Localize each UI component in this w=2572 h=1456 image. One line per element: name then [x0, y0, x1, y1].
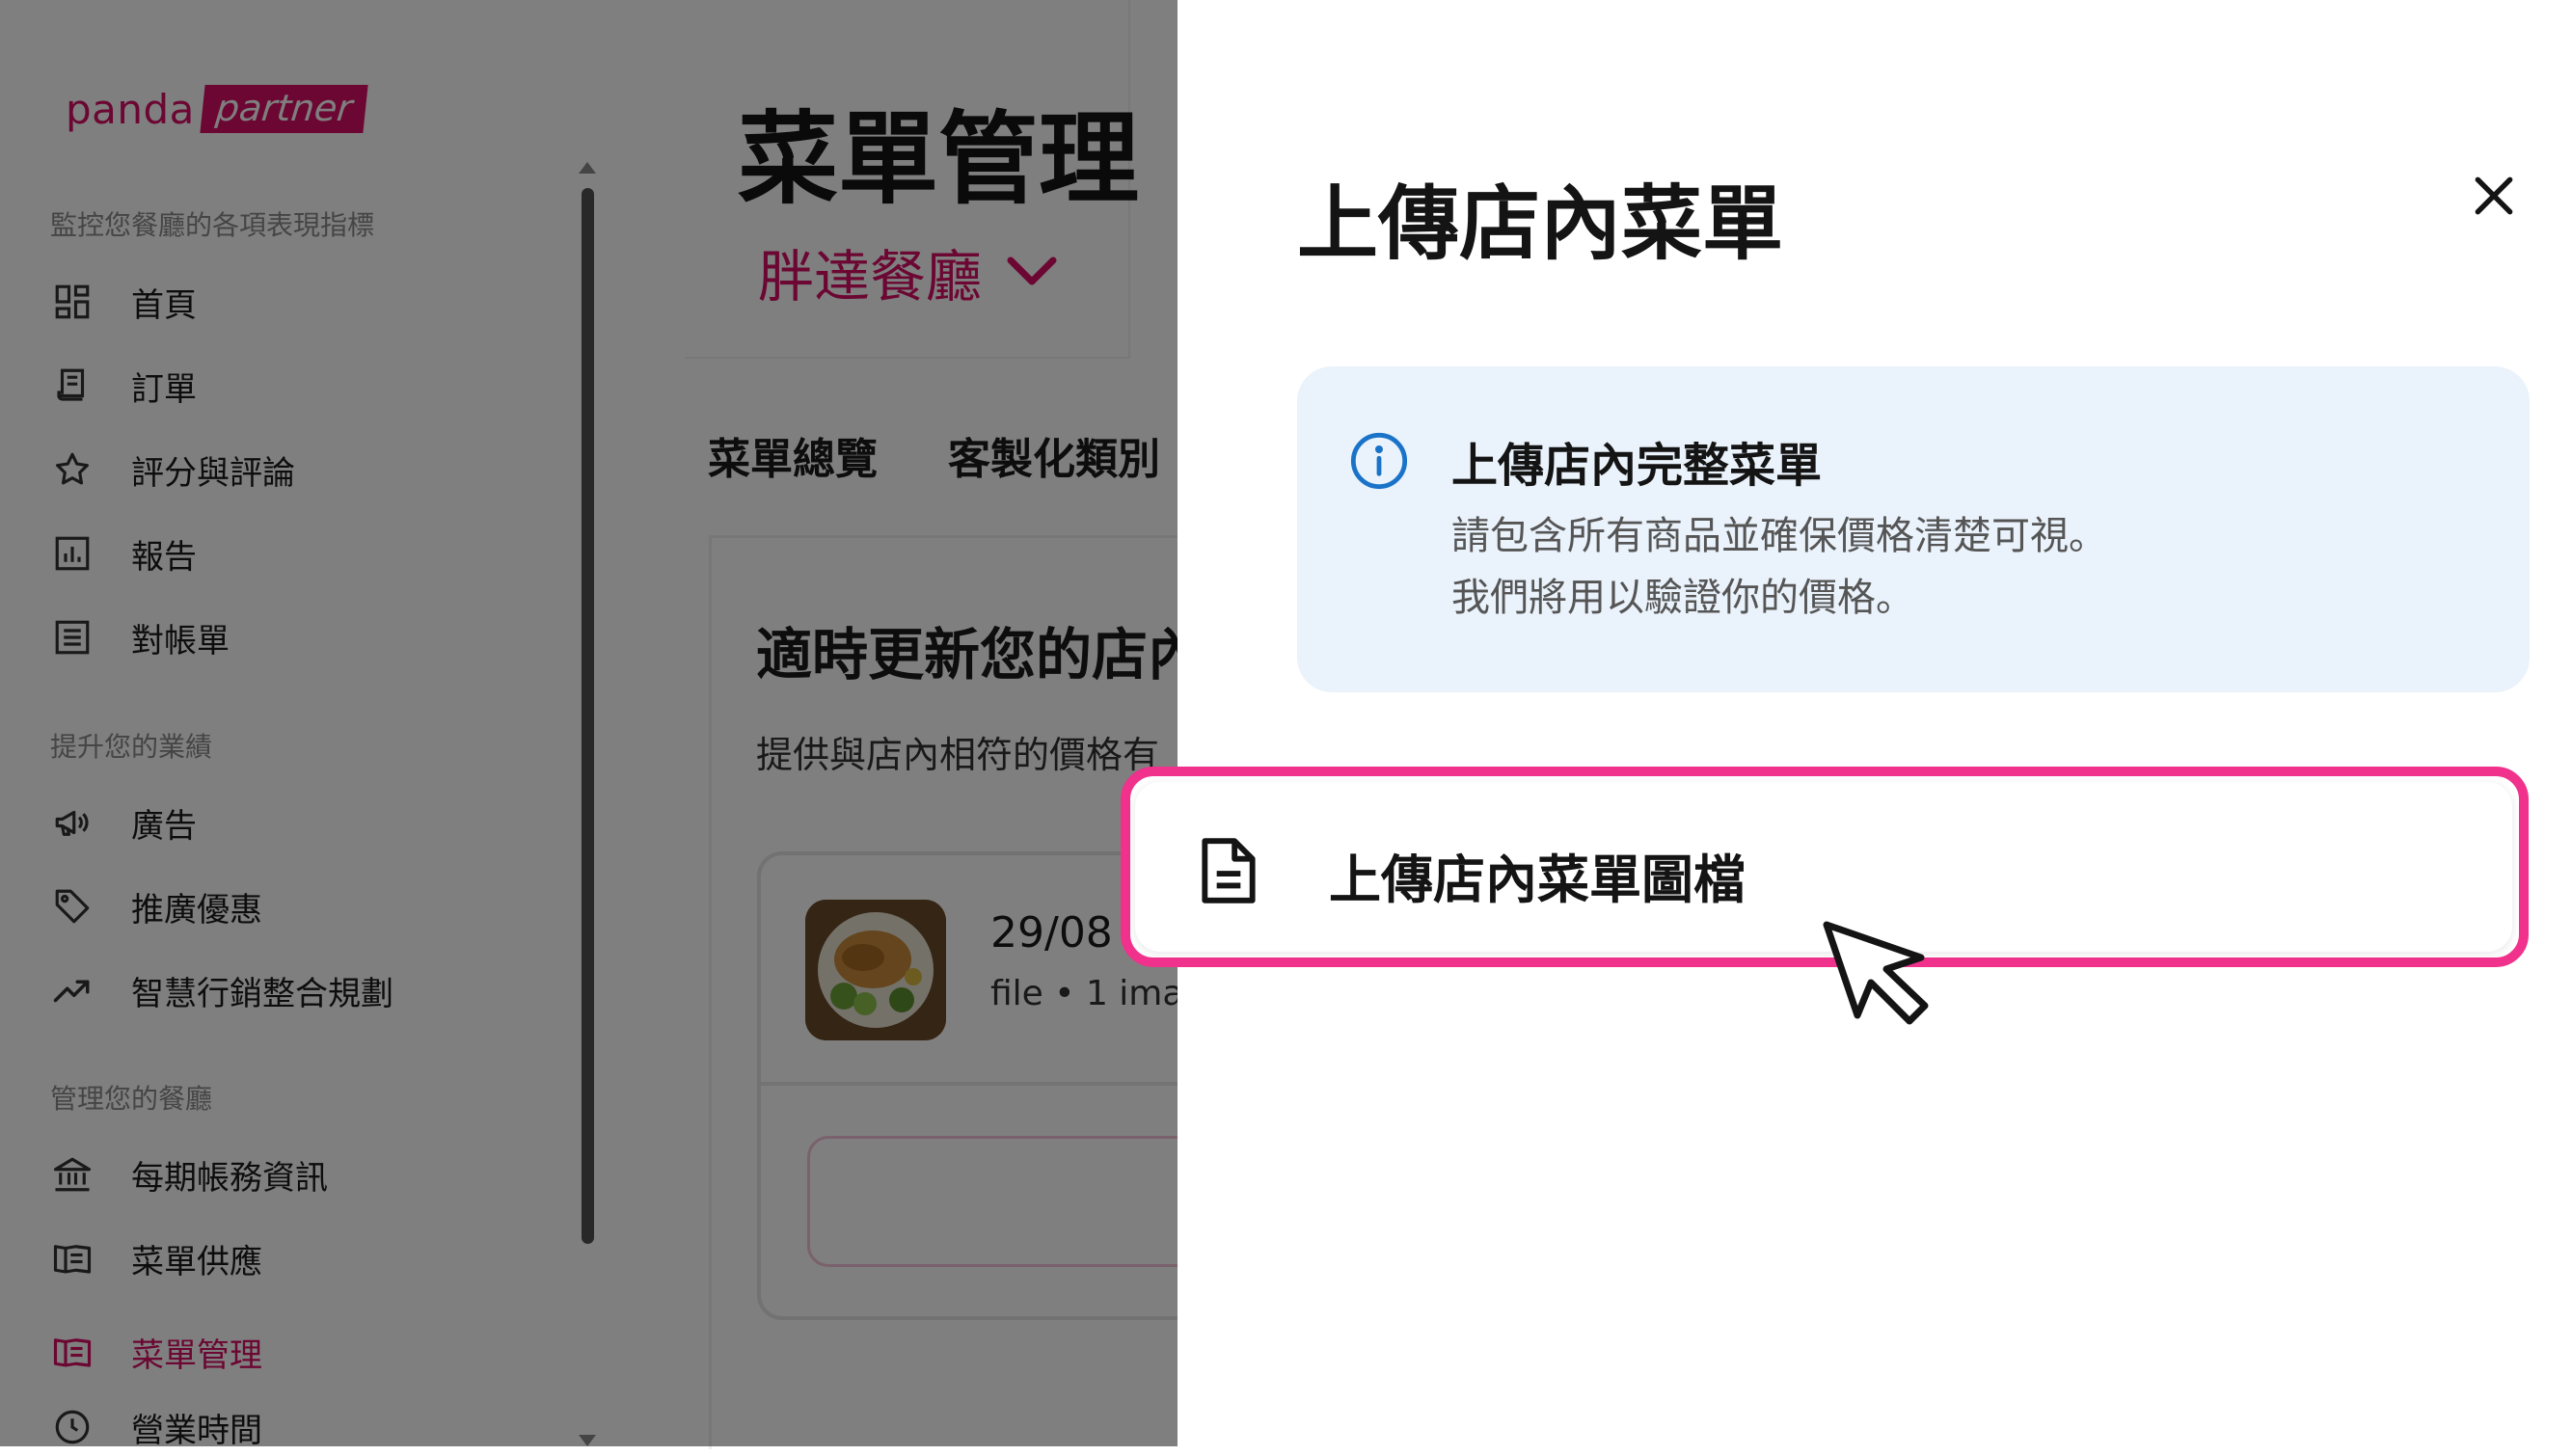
info-title: 上傳店內完整菜單	[1451, 439, 1823, 493]
info-line-1: 請包含所有商品並確保價格清楚可視。	[1451, 514, 2107, 558]
close-icon	[2475, 176, 2513, 215]
info-line-2: 我們將用以驗證你的價格。	[1451, 576, 1914, 620]
modal-backdrop[interactable]	[0, 0, 1178, 1446]
modal-title: 上傳店內菜單	[1297, 176, 1784, 271]
info-icon	[1350, 432, 1408, 490]
upload-option-label: 上傳店內菜單圖檔	[1329, 849, 1746, 910]
document-icon	[1202, 838, 1256, 903]
close-button[interactable]	[2457, 159, 2531, 232]
mouse-pointer-icon	[1823, 921, 1929, 1025]
